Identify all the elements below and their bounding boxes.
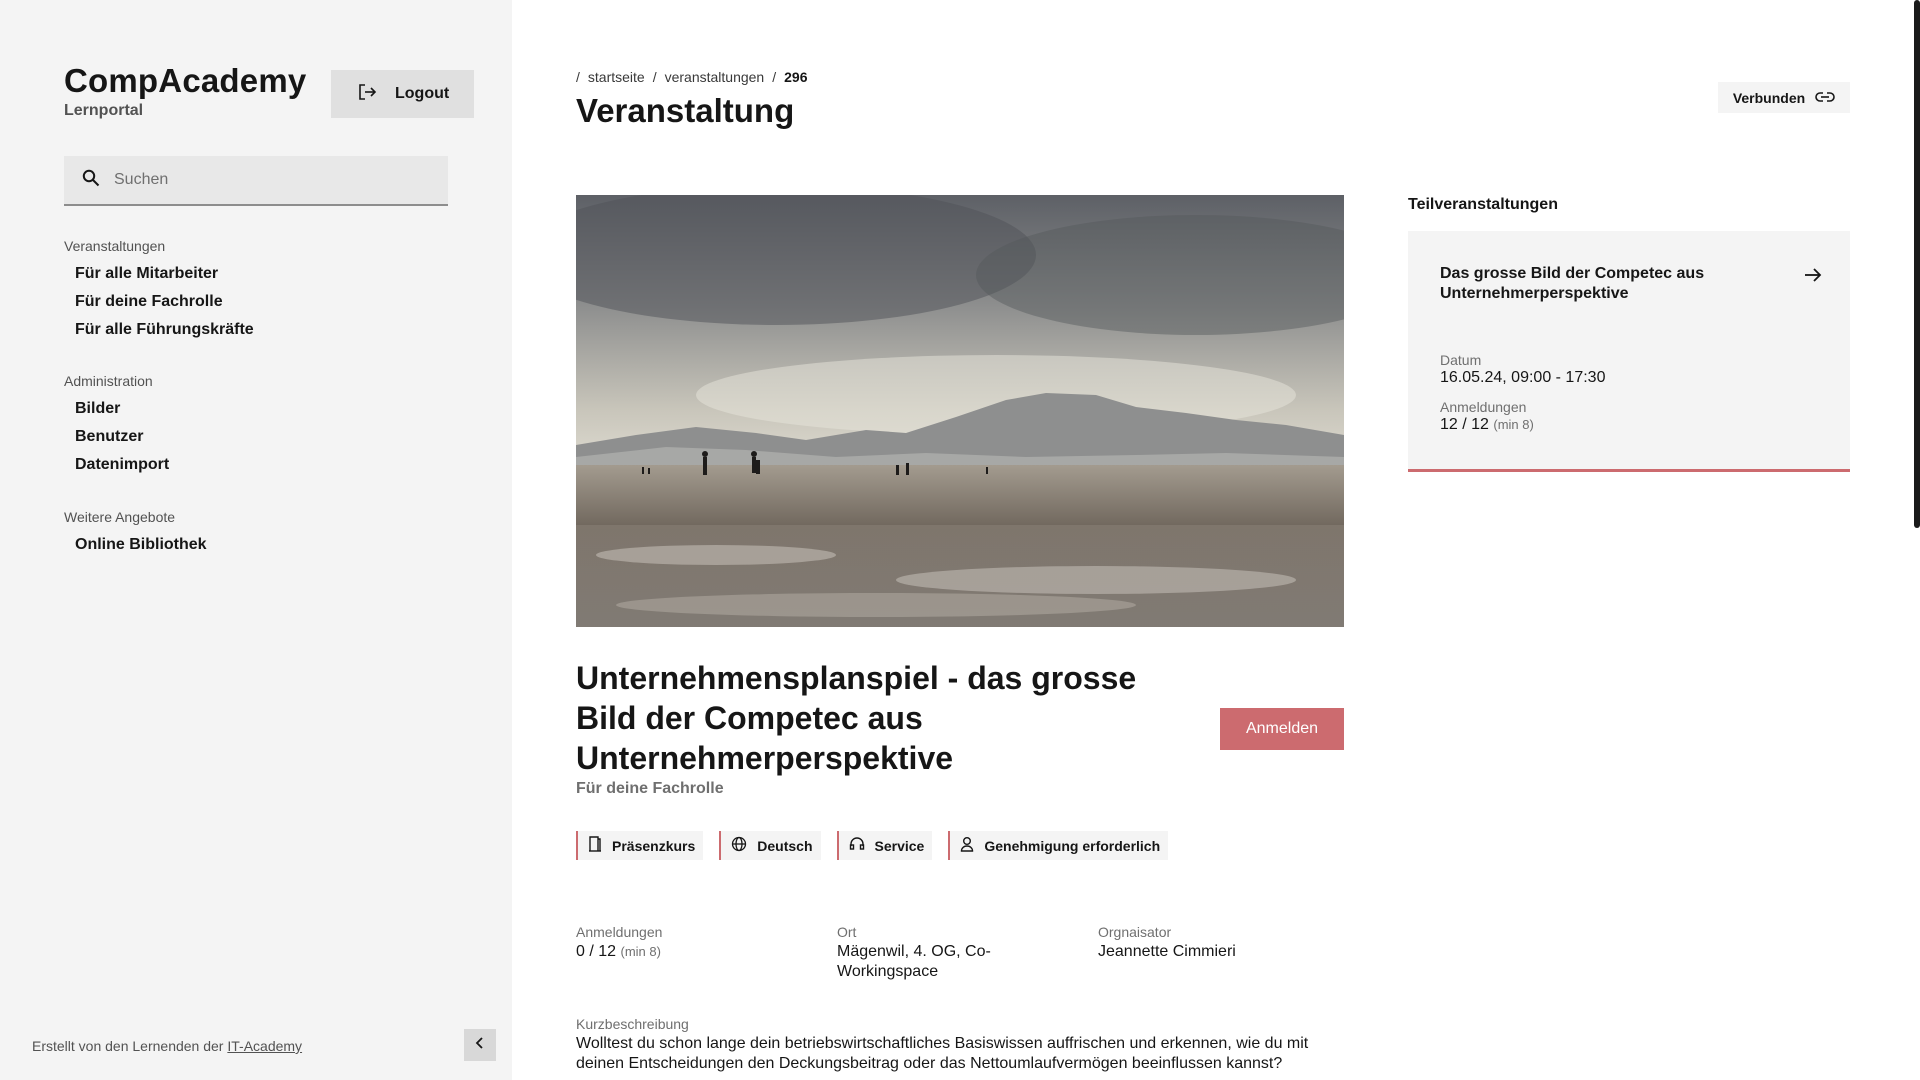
nav-item-alle-mitarbeiter[interactable]: Für alle Mitarbeiter xyxy=(64,260,254,288)
verbunden-button[interactable]: Verbunden xyxy=(1718,82,1850,113)
search-box xyxy=(64,156,448,206)
nav-item-bilder[interactable]: Bilder xyxy=(64,395,169,423)
collapse-sidebar-button[interactable] xyxy=(464,1029,496,1061)
search-input[interactable] xyxy=(114,171,414,189)
event-description: Kurzbeschreibung Wolltest du schon lange… xyxy=(576,1016,1309,1072)
nav-item-benutzer[interactable]: Benutzer xyxy=(64,423,169,451)
door-icon xyxy=(588,836,602,855)
arrow-right-icon xyxy=(1804,267,1822,288)
app-subtitle: Lernportal xyxy=(64,102,144,119)
nav-group-veranstaltungen: Veranstaltungen Für alle Mitarbeiter Für… xyxy=(64,238,254,344)
event-image xyxy=(576,195,1344,627)
sidebar: CompAcademy Lernportal Logout Veranstalt… xyxy=(0,0,512,1080)
event-title: Unternehmensplanspiel - das grosse Bild … xyxy=(576,660,1137,776)
register-button[interactable]: Anmelden xyxy=(1220,708,1344,750)
sidebar-footer: Erstellt von den Lernenden der IT-Academ… xyxy=(32,1038,302,1054)
meta-organizer: Orgnaisator Jeannette Cimmieri xyxy=(1098,924,1236,960)
sub-events-heading: Teilveranstaltungen xyxy=(1408,196,1558,213)
breadcrumb-current: 296 xyxy=(784,69,808,85)
tag-service: Service xyxy=(836,831,933,860)
meta-registrations: Anmeldungen 0 / 12 (min 8) xyxy=(576,924,663,960)
meta-location: Ort Mägenwil, 4. OG, Co-Workingspace xyxy=(837,924,991,980)
globe-icon xyxy=(731,836,747,855)
nav-group-administration: Administration Bilder Benutzer Datenimpo… xyxy=(64,373,169,479)
tag-deutsch: Deutsch xyxy=(719,831,821,860)
brand: CompAcademy Lernportal xyxy=(64,62,306,120)
app-title: CompAcademy xyxy=(64,62,307,99)
footer-text: Erstellt von den Lernenden der xyxy=(32,1038,228,1054)
search-icon xyxy=(82,169,100,192)
logout-icon xyxy=(357,82,377,107)
chevron-left-icon xyxy=(473,1036,487,1055)
sub-event-registrations: Anmeldungen 12 / 12 (min 8) xyxy=(1440,399,1534,433)
nav-item-fachrolle[interactable]: Für deine Fachrolle xyxy=(64,288,254,316)
breadcrumb-startseite[interactable]: startseite xyxy=(588,69,645,85)
footer-link[interactable]: IT-Academy xyxy=(227,1038,302,1054)
breadcrumb-veranstaltungen[interactable]: veranstaltungen xyxy=(665,69,765,85)
nav-heading: Weitere Angebote xyxy=(64,509,176,525)
page-scrollbar[interactable] xyxy=(1914,0,1920,528)
user-check-icon xyxy=(960,836,974,855)
tag-praesenzkurs: Präsenzkurs xyxy=(576,831,704,860)
event-subtitle: Für deine Fachrolle xyxy=(576,780,724,797)
logout-button[interactable]: Logout xyxy=(331,70,474,118)
logout-label: Logout xyxy=(395,85,450,102)
nav-heading: Veranstaltungen xyxy=(64,238,166,254)
headset-icon xyxy=(849,836,865,855)
link-icon xyxy=(1815,90,1835,106)
nav-item-datenimport[interactable]: Datenimport xyxy=(64,451,169,479)
event-tags: Präsenzkurs Deutsch Service Genehmigung … xyxy=(576,831,1169,860)
breadcrumb: / startseite / veranstaltungen / 296 xyxy=(576,69,808,85)
verbunden-label: Verbunden xyxy=(1732,89,1806,106)
tag-genehmigung: Genehmigung erforderlich xyxy=(948,831,1169,860)
nav-heading: Administration xyxy=(64,373,153,389)
sub-event-card[interactable]: Das grosse Bild der Competec aus Unterne… xyxy=(1408,231,1850,472)
sub-event-title: Das grosse Bild der Competec aus Unterne… xyxy=(1440,265,1705,302)
sub-event-date: Datum 16.05.24, 09:00 - 17:30 xyxy=(1440,352,1606,386)
page-title: Veranstaltung xyxy=(576,92,795,129)
nav-group-weitere-angebote: Weitere Angebote Online Bibliothek xyxy=(64,509,207,559)
nav-item-fuehrungskraefte[interactable]: Für alle Führungskräfte xyxy=(64,316,254,344)
nav-item-online-bibliothek[interactable]: Online Bibliothek xyxy=(64,531,207,559)
